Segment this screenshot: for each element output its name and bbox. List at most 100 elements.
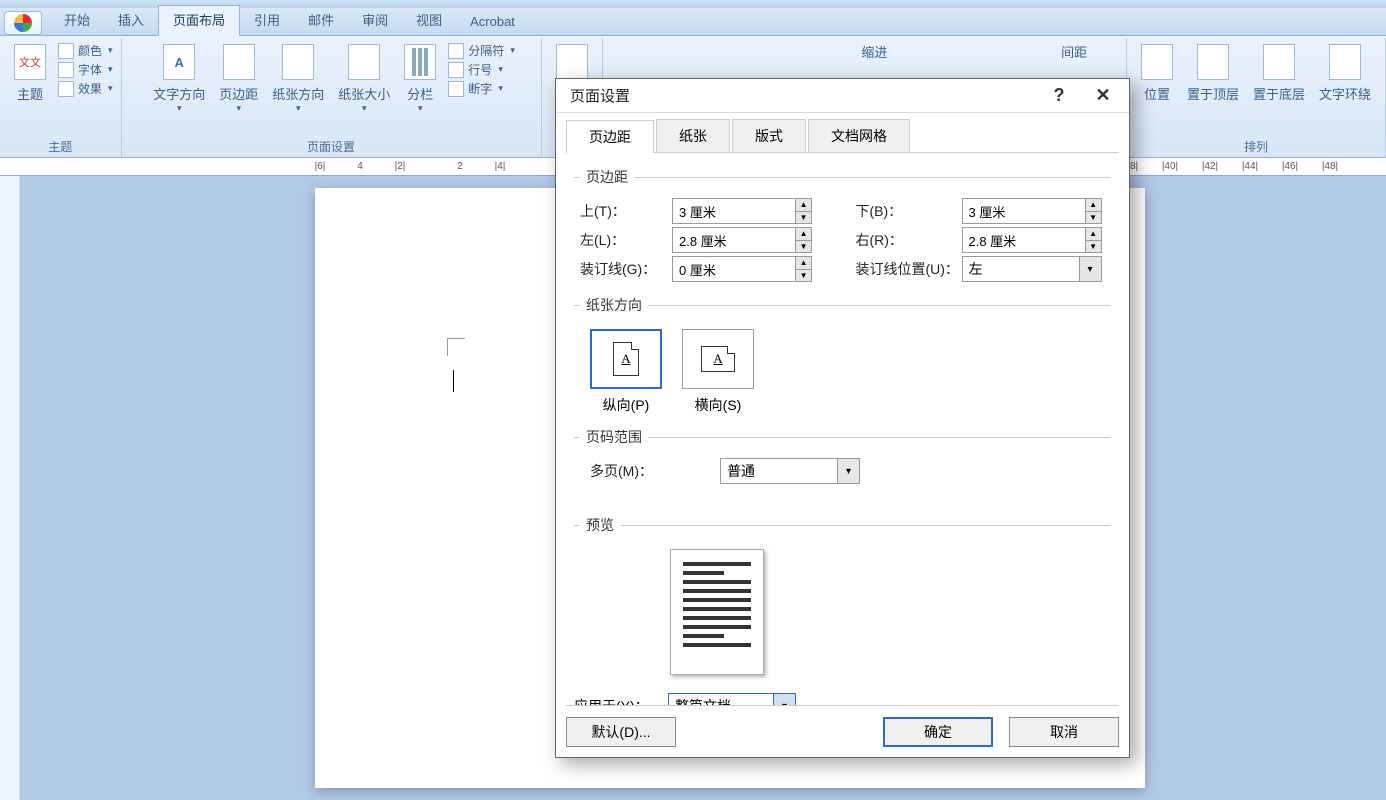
vertical-ruler[interactable] <box>0 176 20 800</box>
orientation-landscape[interactable] <box>682 329 754 389</box>
tab-insert[interactable]: 插入 <box>104 6 158 35</box>
margins-button[interactable]: 页边距▾ <box>213 42 264 116</box>
pages-fieldset: 页码范围 多页(M)： 普通▾ <box>574 427 1111 487</box>
palette-icon <box>58 43 74 59</box>
dialog-tab-paper[interactable]: 纸张 <box>656 119 730 152</box>
dialog-title: 页面设置 <box>570 85 630 106</box>
right-label: 右(R)： <box>856 230 962 250</box>
ribbon-group-arrange: 位置 置于顶层 置于底层 文字环绕 排列 <box>1127 38 1386 157</box>
tab-references[interactable]: 引用 <box>240 6 294 35</box>
columns-button[interactable]: 分栏▾ <box>398 42 442 116</box>
left-input[interactable] <box>673 228 795 252</box>
apply-to-combo[interactable]: 整篇文档 ▾ <box>668 693 796 705</box>
text-cursor <box>453 370 454 392</box>
position-icon <box>1141 44 1173 80</box>
gutter-input[interactable] <box>673 257 795 281</box>
orientation-legend: 纸张方向 <box>580 295 648 315</box>
dialog-help-button[interactable]: ? <box>1043 84 1075 108</box>
multipage-label: 多页(M)： <box>590 461 720 481</box>
bottom-input[interactable] <box>963 199 1085 223</box>
dialog-tab-grid[interactable]: 文档网格 <box>808 119 910 152</box>
send-back-icon <box>1263 44 1295 80</box>
dialog-tab-margins[interactable]: 页边距 <box>566 120 654 153</box>
margins-legend: 页边距 <box>580 167 634 187</box>
right-spinner[interactable]: ▲▼ <box>962 227 1102 253</box>
tab-mail[interactable]: 邮件 <box>294 6 348 35</box>
right-input[interactable] <box>963 228 1085 252</box>
line-numbers-button[interactable]: 行号▾ <box>448 61 515 78</box>
preview-legend: 预览 <box>580 515 620 535</box>
top-input[interactable] <box>673 199 795 223</box>
tab-layout[interactable]: 页面布局 <box>158 5 240 36</box>
portrait-label: 纵向(P) <box>603 395 650 415</box>
apply-to-row: 应用于(Y)： 整篇文档 ▾ 整篇文档 插入点之后 <box>574 693 1111 705</box>
orientation-fieldset: 纸张方向 纵向(P) 横向(S) <box>574 295 1111 417</box>
default-button[interactable]: 默认(D)... <box>566 717 676 747</box>
landscape-label: 横向(S) <box>695 395 742 415</box>
gutter-spinner[interactable]: ▲▼ <box>672 256 812 282</box>
theme-group-label: 主题 <box>8 134 113 155</box>
dialog-tab-layout[interactable]: 版式 <box>732 119 806 152</box>
orientation-icon <box>282 44 314 80</box>
dialog-titlebar[interactable]: 页面设置 ? ✕ <box>556 79 1129 113</box>
chevron-down-icon[interactable]: ▾ <box>1079 257 1101 281</box>
send-back-button[interactable]: 置于底层 <box>1247 42 1311 105</box>
text-direction-button[interactable]: A文字方向▾ <box>147 42 211 116</box>
font-icon <box>58 62 74 78</box>
top-label: 上(T)： <box>580 201 672 221</box>
size-button[interactable]: 纸张大小▾ <box>332 42 396 116</box>
effect-icon <box>58 81 74 97</box>
columns-icon <box>404 44 436 80</box>
dialog-tabs: 页边距 纸张 版式 文档网格 <box>566 119 1119 153</box>
left-label: 左(L)： <box>580 230 672 250</box>
theme-button[interactable]: 文文 主题 <box>8 42 52 105</box>
breaks-icon <box>448 43 464 59</box>
theme-effect[interactable]: 效果▾ <box>58 80 113 97</box>
office-button[interactable] <box>4 11 42 35</box>
ribbon-group-page-setup: A文字方向▾ 页边距▾ 纸张方向▾ 纸张大小▾ 分栏▾ 分隔符▾ 行号▾ 断字▾… <box>122 38 542 157</box>
tab-view[interactable]: 视图 <box>402 6 456 35</box>
orientation-portrait[interactable] <box>590 329 662 389</box>
dialog-close-button[interactable]: ✕ <box>1087 84 1119 108</box>
spin-up-icon[interactable]: ▲ <box>796 199 811 212</box>
gutter-pos-label: 装订线位置(U)： <box>856 259 962 279</box>
spacing-label: 间距 <box>1061 42 1087 61</box>
apply-to-label: 应用于(Y)： <box>574 696 668 705</box>
breaks-button[interactable]: 分隔符▾ <box>448 42 515 59</box>
page-setup-group-label: 页面设置 <box>130 134 533 155</box>
ribbon-group-theme: 文文 主题 颜色▾ 字体▾ 效果▾ 主题 <box>0 38 122 157</box>
top-spinner[interactable]: ▲▼ <box>672 198 812 224</box>
tab-acrobat[interactable]: Acrobat <box>456 10 529 35</box>
preview-thumbnail <box>670 549 764 675</box>
page-setup-dialog: 页面设置 ? ✕ 页边距 纸张 版式 文档网格 页边距 上(T)： ▲▼ 左(L… <box>555 78 1130 758</box>
preview-fieldset: 预览 <box>574 515 1111 675</box>
hyphenation-button[interactable]: 断字▾ <box>448 80 515 97</box>
size-icon <box>348 44 380 80</box>
chevron-down-icon[interactable]: ▾ <box>773 694 795 705</box>
text-direction-icon: A <box>163 44 195 80</box>
text-wrap-icon <box>1329 44 1361 80</box>
ok-button[interactable]: 确定 <box>883 717 993 747</box>
gutter-pos-combo[interactable]: 左▾ <box>962 256 1102 282</box>
chevron-down-icon[interactable]: ▾ <box>837 459 859 483</box>
arrange-group-label: 排列 <box>1135 134 1377 155</box>
gutter-label: 装订线(G)： <box>580 259 672 279</box>
cancel-button[interactable]: 取消 <box>1009 717 1119 747</box>
orientation-button[interactable]: 纸张方向▾ <box>266 42 330 116</box>
hyphenation-icon <box>448 81 464 97</box>
pages-legend: 页码范围 <box>580 427 648 447</box>
text-wrap-button[interactable]: 文字环绕 <box>1313 42 1377 105</box>
tab-start[interactable]: 开始 <box>50 6 104 35</box>
spin-down-icon[interactable]: ▼ <box>796 212 811 224</box>
theme-font[interactable]: 字体▾ <box>58 61 113 78</box>
bottom-spinner[interactable]: ▲▼ <box>962 198 1102 224</box>
margin-corner-icon <box>447 338 465 356</box>
bring-front-button[interactable]: 置于顶层 <box>1181 42 1245 105</box>
bring-front-icon <box>1197 44 1229 80</box>
indent-label: 缩进 <box>861 42 887 61</box>
position-button[interactable]: 位置 <box>1135 42 1179 105</box>
tab-review[interactable]: 审阅 <box>348 6 402 35</box>
left-spinner[interactable]: ▲▼ <box>672 227 812 253</box>
theme-color[interactable]: 颜色▾ <box>58 42 113 59</box>
multipage-combo[interactable]: 普通▾ <box>720 458 860 484</box>
